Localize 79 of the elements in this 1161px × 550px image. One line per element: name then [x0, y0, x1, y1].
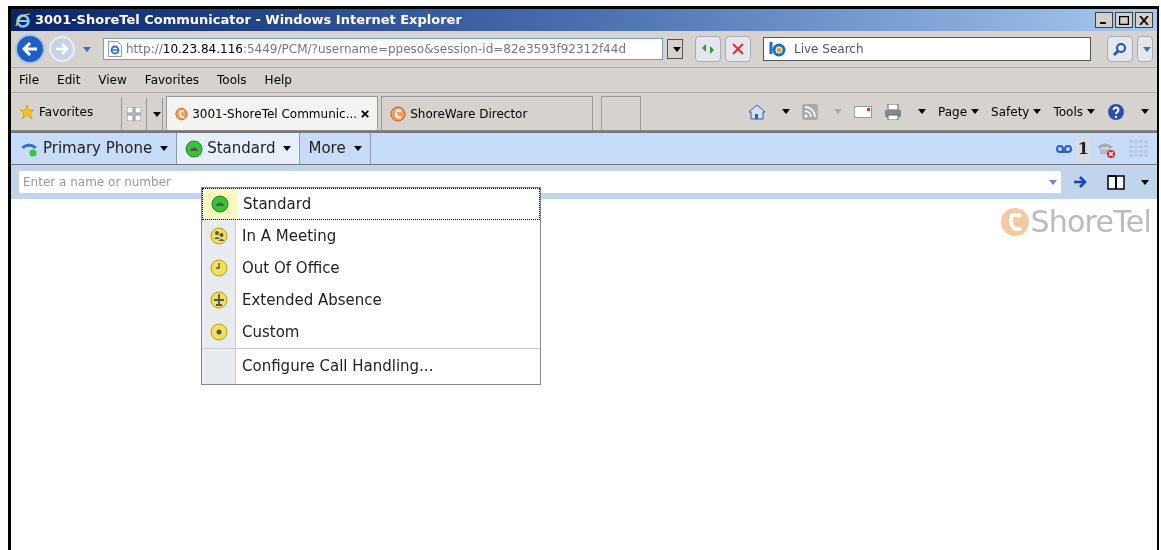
dial-field[interactable]: Enter a name or number	[19, 171, 1061, 193]
status-menu-item[interactable]: Out Of Office	[202, 252, 540, 284]
mail-icon[interactable]	[854, 105, 872, 118]
close-icon	[732, 43, 744, 55]
minimize-button[interactable]	[1095, 12, 1113, 28]
address-field[interactable]: http://10.23.84.116:5449/PCM/?username=ppeso&session-id=82e3593f92312f44d	[103, 38, 663, 60]
stop-button[interactable]	[725, 36, 751, 62]
search-options-button[interactable]	[1137, 36, 1153, 62]
search-field[interactable]: Live Search	[763, 37, 1091, 61]
caret-icon	[152, 111, 161, 117]
panel-layout-icon[interactable]	[1107, 174, 1125, 190]
menu-item[interactable]: Help	[264, 71, 292, 89]
caret-icon	[834, 109, 842, 114]
command-menu-button[interactable]: Safety	[991, 102, 1042, 121]
address-dropdown-button[interactable]	[667, 39, 683, 59]
search-input[interactable]: Live Search	[794, 40, 1090, 58]
logo-text: ShoreTel	[1030, 207, 1151, 237]
menu-item[interactable]: File	[19, 71, 40, 89]
status-menu-item[interactable]: Standard	[202, 188, 540, 220]
tab-title: ShoreWare Director	[410, 105, 528, 123]
close-icon	[1139, 15, 1149, 25]
menu-item[interactable]: Favorites	[144, 71, 200, 89]
arrow-right-icon[interactable]	[1073, 176, 1087, 188]
browser-logo-icon	[15, 12, 31, 28]
maximize-button[interactable]	[1115, 12, 1133, 28]
menu-item[interactable]: Edit	[57, 71, 81, 89]
phone-status-icon	[185, 139, 204, 158]
window-title: 3001-ShoreTel Communicator - Windows Internet Explorer	[35, 11, 462, 30]
caret-icon	[160, 146, 169, 151]
caret-icon	[1087, 109, 1095, 114]
tab-title: 3001-ShoreTel Communic...	[192, 105, 358, 123]
caret-icon	[353, 146, 362, 151]
caret-icon	[782, 109, 790, 114]
caret-icon	[1141, 179, 1149, 185]
caret-icon	[971, 109, 980, 114]
clock-icon	[210, 259, 228, 277]
grid-icon	[127, 107, 142, 121]
status-menu-item[interactable]: Custom	[202, 316, 540, 348]
forward-arrow-icon	[55, 43, 69, 55]
toolbar-menu-button[interactable]: More	[300, 133, 371, 164]
caret-icon	[1141, 109, 1149, 114]
caret-icon	[1033, 109, 1042, 114]
voicemail-count: 1	[1075, 136, 1091, 161]
search-icon	[1113, 42, 1127, 56]
phone-status-icon	[211, 195, 229, 213]
back-arrow-icon	[22, 42, 38, 56]
favorites-button[interactable]: Favorites	[39, 102, 94, 121]
menu-item[interactable]: View	[98, 71, 127, 89]
status-menu-item[interactable]: Configure Call Handling...	[202, 348, 540, 384]
minimize-icon	[1100, 22, 1106, 24]
refresh-icon	[700, 42, 716, 56]
back-button[interactable]	[15, 34, 45, 64]
search-button[interactable]	[1107, 36, 1133, 62]
refresh-button[interactable]	[695, 36, 721, 62]
star-icon	[19, 103, 35, 120]
help-icon[interactable]	[1107, 102, 1125, 121]
home-icon[interactable]	[748, 102, 766, 121]
close-button[interactable]	[1135, 12, 1153, 28]
command-menu-button[interactable]: Page	[938, 102, 980, 121]
browser-tab[interactable]: 3001-ShoreTel Communic...	[166, 96, 379, 130]
menu-item[interactable]: Tools	[217, 71, 247, 89]
people-icon	[210, 227, 228, 245]
maximize-icon	[1119, 15, 1129, 25]
page-icon	[108, 41, 122, 57]
status-menu-item[interactable]: In A Meeting	[202, 220, 540, 252]
caret-icon	[673, 46, 681, 52]
caret-icon	[1049, 179, 1057, 185]
browser-tab[interactable]: ShoreWare Director	[381, 96, 594, 130]
toolbar-menu-button[interactable]: Standard	[177, 133, 301, 164]
command-menu-button[interactable]: Tools	[1053, 102, 1095, 121]
voicemail-icon	[1055, 143, 1072, 154]
close-icon[interactable]	[361, 108, 370, 119]
caret-icon	[83, 46, 91, 52]
caret-icon	[918, 109, 926, 114]
status-menu-item[interactable]: Extended Absence	[202, 284, 540, 316]
caret-icon	[1143, 46, 1151, 52]
printer-icon[interactable]	[884, 103, 902, 120]
dot-icon	[210, 323, 228, 341]
caret-icon	[283, 146, 292, 151]
